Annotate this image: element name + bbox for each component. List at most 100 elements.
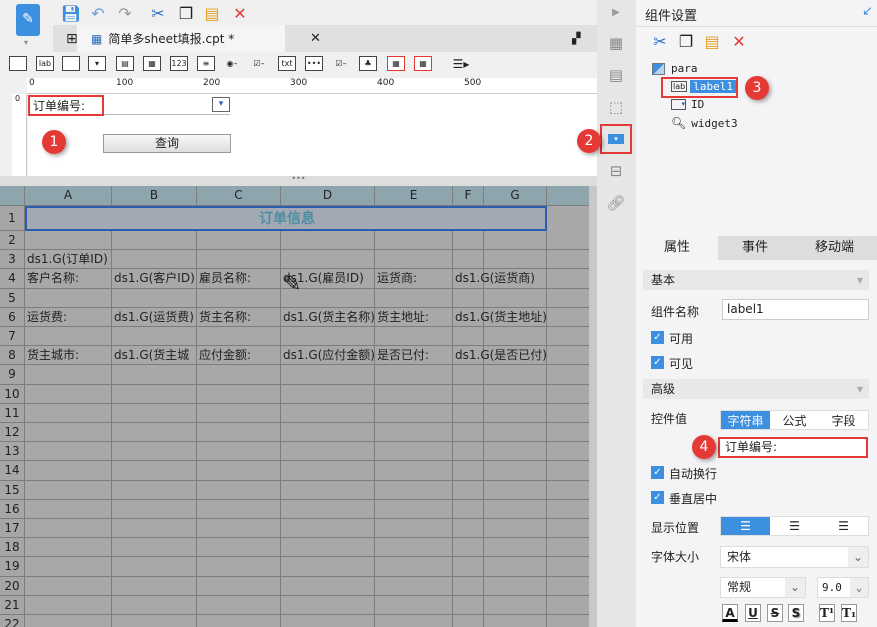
- grid-cell[interactable]: [25, 384, 112, 404]
- row-header[interactable]: 20: [0, 576, 25, 596]
- grid-cell[interactable]: [484, 519, 547, 539]
- grid-cell[interactable]: [25, 557, 112, 577]
- grid-cell[interactable]: [112, 519, 197, 539]
- mode-field[interactable]: 字段: [819, 411, 868, 429]
- logo-dropdown-icon[interactable]: ▾: [24, 38, 28, 47]
- panel-copy-icon[interactable]: ❐: [676, 31, 696, 51]
- grid-cell[interactable]: [112, 231, 197, 251]
- label-cell[interactable]: 运货费:: [25, 308, 112, 327]
- grid-cell[interactable]: [112, 576, 197, 596]
- redo-icon[interactable]: ↷: [115, 3, 135, 23]
- grid-cell[interactable]: [281, 384, 375, 404]
- align-left-icon[interactable]: ☰: [721, 517, 770, 535]
- delete-icon[interactable]: ✕: [230, 3, 250, 23]
- widget-checkbox-icon[interactable]: ☑–: [332, 56, 350, 71]
- grid-cell[interactable]: [112, 327, 197, 347]
- grid-cell[interactable]: [281, 576, 375, 596]
- tab-close-icon[interactable]: ✕: [310, 31, 321, 46]
- expand-arrow-icon[interactable]: ▶: [606, 4, 626, 20]
- grid-cell[interactable]: [112, 480, 197, 500]
- grid-cell[interactable]: [25, 288, 112, 308]
- grid-cell[interactable]: [197, 557, 281, 577]
- grid-cell[interactable]: [281, 538, 375, 558]
- label-cell[interactable]: 应付金额:: [197, 346, 281, 365]
- grid-cell[interactable]: [25, 423, 112, 443]
- grid-cell[interactable]: [281, 365, 375, 385]
- grid-cell[interactable]: [197, 403, 281, 423]
- grid-cell[interactable]: [25, 403, 112, 423]
- widget-text-icon[interactable]: ≡: [197, 56, 215, 71]
- row-header[interactable]: 5: [0, 288, 25, 308]
- grid-cell[interactable]: [112, 557, 197, 577]
- grid-cell[interactable]: [112, 461, 197, 481]
- grid-cell[interactable]: [25, 615, 112, 627]
- underline-button[interactable]: U: [745, 604, 761, 622]
- data-cell[interactable]: ds1.G(货主地址): [453, 308, 547, 327]
- grid-cell[interactable]: [197, 576, 281, 596]
- row-header[interactable]: 14: [0, 461, 25, 481]
- grid-cell[interactable]: [484, 461, 547, 481]
- grid-cell[interactable]: [375, 576, 453, 596]
- grid-cell[interactable]: [281, 423, 375, 443]
- grid-cell[interactable]: [197, 480, 281, 500]
- data-cell[interactable]: ds1.G(应付金额): [281, 346, 375, 365]
- data-cell[interactable]: ds1.G(运货商): [453, 269, 547, 288]
- label-cell[interactable]: 货主城市:: [25, 346, 112, 365]
- grid-cell[interactable]: [112, 384, 197, 404]
- widget-password-icon[interactable]: •••: [305, 56, 323, 71]
- mode-string[interactable]: 字符串: [721, 411, 770, 429]
- row-header[interactable]: 22: [0, 615, 25, 627]
- column-header[interactable]: A: [25, 186, 112, 206]
- grid-cell[interactable]: [375, 384, 453, 404]
- cut-icon[interactable]: ✂: [148, 3, 168, 23]
- parameter-canvas[interactable]: 订单编号: ▾ 查询: [28, 94, 597, 176]
- grid-cell[interactable]: [25, 519, 112, 539]
- grid-cell[interactable]: [453, 461, 484, 481]
- row-header[interactable]: 13: [0, 442, 25, 462]
- grid-cell[interactable]: [281, 480, 375, 500]
- grid-cell[interactable]: [375, 499, 453, 519]
- grid-cell[interactable]: [25, 499, 112, 519]
- grid-cell[interactable]: [484, 615, 547, 627]
- row-header[interactable]: 7: [0, 327, 25, 347]
- grid-cell[interactable]: [281, 499, 375, 519]
- data-cell[interactable]: ds1.G(货主名称): [281, 308, 375, 327]
- grid-cell[interactable]: [484, 576, 547, 596]
- label-cell[interactable]: 货主名称:: [197, 308, 281, 327]
- grid-cell[interactable]: [197, 288, 281, 308]
- widget-name-input[interactable]: label1: [722, 299, 869, 320]
- grid-cell[interactable]: [375, 480, 453, 500]
- tree-root[interactable]: para: [652, 62, 698, 75]
- column-header[interactable]: C: [197, 186, 281, 206]
- spreadsheet-grid[interactable]: A B C D E F G 1 2 3 4 5 6 7 8 9 10 11 12 13 14 15 16 17 18 19 20 21…: [0, 186, 592, 627]
- grid-cell[interactable]: [25, 576, 112, 596]
- grid-cell[interactable]: [375, 365, 453, 385]
- row-header[interactable]: 10: [0, 384, 25, 404]
- superscript-button[interactable]: T¹: [819, 604, 835, 622]
- cell-attributes-icon[interactable]: ▦: [606, 33, 626, 53]
- panel-delete-icon[interactable]: ✕: [729, 31, 749, 51]
- paste-icon[interactable]: ▤: [202, 3, 222, 23]
- grid-cell[interactable]: [197, 250, 281, 270]
- grid-cell[interactable]: [375, 250, 453, 270]
- grid-cell[interactable]: [453, 365, 484, 385]
- grid-cell[interactable]: [281, 557, 375, 577]
- label-cell[interactable]: 是否已付:: [375, 346, 453, 365]
- grid-cell[interactable]: [375, 615, 453, 627]
- row-header[interactable]: 15: [0, 480, 25, 500]
- query-button[interactable]: 查询: [103, 134, 231, 153]
- grid-cell[interactable]: [281, 615, 375, 627]
- grid-cell[interactable]: [375, 403, 453, 423]
- grid-cell[interactable]: [375, 595, 453, 615]
- grid-cell[interactable]: [281, 461, 375, 481]
- column-header[interactable]: D: [281, 186, 375, 206]
- grid-cell[interactable]: [25, 461, 112, 481]
- grid-cell[interactable]: [375, 442, 453, 462]
- widget-radio-group-icon[interactable]: ◉–: [223, 56, 241, 71]
- shadow-button[interactable]: S: [788, 604, 804, 622]
- title-cell[interactable]: 订单信息: [25, 206, 547, 231]
- widget-date-range-icon[interactable]: ▦: [387, 56, 405, 71]
- grid-cell[interactable]: [375, 423, 453, 443]
- id-combobox[interactable]: [102, 97, 230, 115]
- mode-formula[interactable]: 公式: [770, 411, 819, 429]
